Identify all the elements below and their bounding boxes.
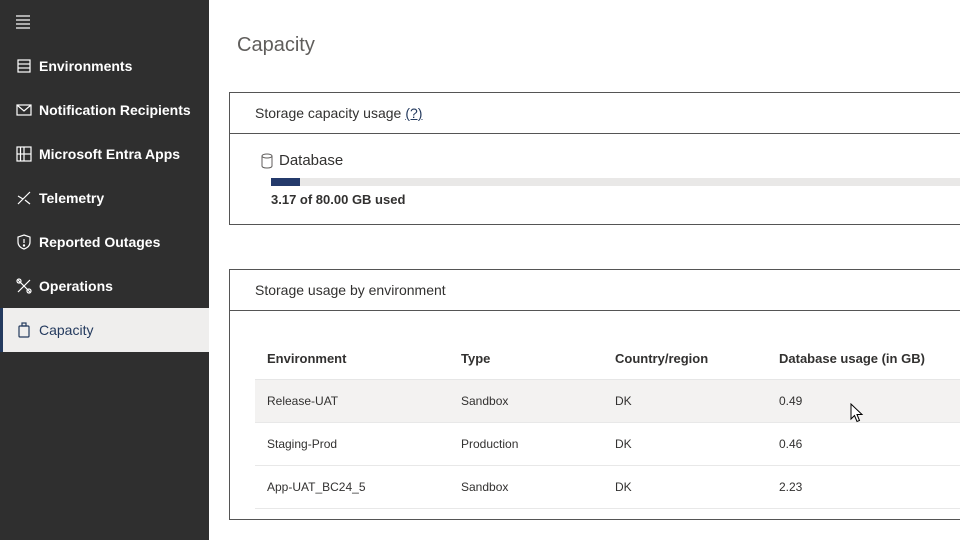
sidebar-item-label: Telemetry <box>39 190 105 206</box>
cell-country: DK <box>615 422 779 466</box>
hamburger-menu-icon[interactable] <box>15 13 33 31</box>
storage-by-environment-title: Storage usage by environment <box>255 282 446 298</box>
telemetry-icon <box>15 189 33 207</box>
sidebar: Environments Notification Recipients Mic… <box>0 0 209 540</box>
sidebar-item-operations[interactable]: Operations <box>0 264 209 308</box>
sidebar-item-telemetry[interactable]: Telemetry <box>0 176 209 220</box>
sidebar-item-capacity[interactable]: Capacity <box>0 308 209 352</box>
cell-environment: Release-UAT <box>255 379 461 423</box>
cell-environment: App-UAT_BC24_5 <box>255 465 461 509</box>
table-header-row: Environment Type Country/region Database… <box>255 337 960 380</box>
cell-type: Production <box>461 422 615 466</box>
storage-capacity-card: Storage capacity usage (?) Database 3.17… <box>229 92 960 225</box>
column-header-type[interactable]: Type <box>461 337 615 380</box>
sidebar-item-notification-recipients[interactable]: Notification Recipients <box>0 88 209 132</box>
cell-type: Sandbox <box>461 379 615 423</box>
list-icon <box>15 57 33 75</box>
sidebar-item-reported-outages[interactable]: Reported Outages <box>0 220 209 264</box>
help-link[interactable]: (?) <box>405 105 422 121</box>
cell-country: DK <box>615 465 779 509</box>
page-title: Capacity <box>237 34 315 56</box>
storage-used-text: 3.17 of 80.00 GB used <box>271 192 406 207</box>
grid-icon <box>15 145 33 163</box>
sidebar-item-label: Microsoft Entra Apps <box>39 146 181 162</box>
active-indicator <box>0 308 3 352</box>
cell-type: Sandbox <box>461 465 615 509</box>
column-header-database-usage[interactable]: Database usage (in GB) <box>779 337 960 380</box>
sidebar-item-environments[interactable]: Environments <box>0 44 209 88</box>
column-header-environment[interactable]: Environment <box>255 337 461 380</box>
sidebar-item-label: Operations <box>39 278 113 294</box>
storage-capacity-header: Storage capacity usage (?) <box>230 93 960 134</box>
sidebar-item-label: Reported Outages <box>39 234 161 250</box>
tools-icon <box>15 277 33 295</box>
sidebar-item-label: Environments <box>39 58 133 74</box>
table-row[interactable]: App-UAT_BC24_5 Sandbox DK 2.23 <box>255 465 960 509</box>
sidebar-item-microsoft-entra-apps[interactable]: Microsoft Entra Apps <box>0 132 209 176</box>
cell-usage: 0.46 <box>779 422 960 466</box>
database-label: Database <box>279 152 344 169</box>
column-header-country[interactable]: Country/region <box>615 337 779 380</box>
storage-capacity-title: Storage capacity usage <box>255 105 402 121</box>
cell-environment: Staging-Prod <box>255 422 461 466</box>
database-icon <box>261 153 273 169</box>
mouse-cursor-icon <box>850 402 864 423</box>
table-row[interactable]: Staging-Prod Production DK 0.46 <box>255 422 960 466</box>
storage-progress-fill <box>271 178 300 186</box>
database-label-row: Database <box>261 152 343 169</box>
cell-country: DK <box>615 379 779 423</box>
mail-icon <box>15 101 33 119</box>
cell-usage: 2.23 <box>779 465 960 509</box>
capacity-icon <box>15 321 33 339</box>
storage-by-environment-card: Storage usage by environment Environment… <box>229 269 960 520</box>
storage-progress-bar <box>271 178 960 186</box>
shield-icon <box>15 233 33 251</box>
sidebar-item-label: Capacity <box>39 322 94 338</box>
cell-usage: 0.49 <box>779 379 960 423</box>
sidebar-item-label: Notification Recipients <box>39 102 191 118</box>
storage-by-environment-header: Storage usage by environment <box>230 270 960 311</box>
